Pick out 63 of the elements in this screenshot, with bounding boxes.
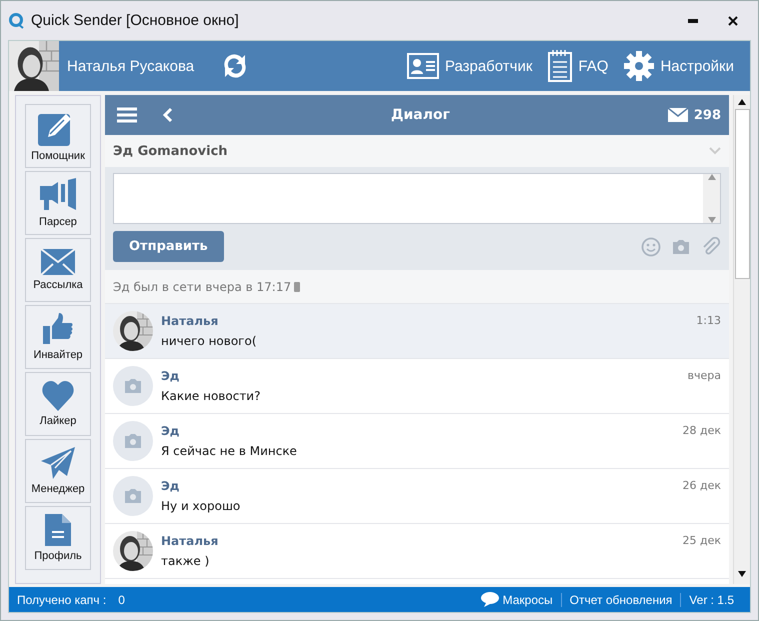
- camera-icon: [123, 378, 143, 394]
- message-time: 25 дек: [682, 534, 721, 548]
- sender-name: Эд: [161, 479, 180, 493]
- dialog-title: Диалог: [390, 107, 451, 123]
- paperclip-icon[interactable]: [701, 236, 721, 256]
- message-time: 26 дек: [682, 479, 721, 493]
- message-row[interactable]: Наталья 1:13 ничего нового(: [105, 304, 729, 359]
- captcha-count: 0: [118, 592, 125, 606]
- camera-icon: [123, 433, 143, 449]
- sender-name: Эд: [161, 369, 180, 383]
- message-text: Ну и хорошо: [161, 499, 242, 513]
- sidebar-button[interactable]: Менеджер: [25, 439, 91, 503]
- window-title: Quick Sender [Основное окно]: [31, 12, 240, 29]
- notepad-icon: [548, 50, 572, 82]
- header-link[interactable]: Настройки: [624, 51, 734, 81]
- thumbs-up-icon: [43, 313, 73, 345]
- heart-icon: [42, 381, 74, 411]
- update-report-link[interactable]: Отчет обновления: [560, 592, 680, 606]
- sidebar-button[interactable]: Инвайтер: [25, 305, 91, 369]
- contact-name: Эд Gomanovich: [113, 144, 228, 158]
- message-time: вчера: [688, 369, 721, 383]
- version-text: Ver : 1.5: [680, 592, 742, 606]
- send-button[interactable]: Отправить: [113, 231, 224, 262]
- megaphone-icon: [40, 178, 76, 212]
- header-link[interactable]: FAQ: [548, 50, 608, 82]
- id-card-icon: [406, 53, 439, 79]
- sidebar-button[interactable]: Профиль: [25, 506, 91, 570]
- message-time: 1:13: [696, 314, 721, 328]
- message-text: Какие новости?: [161, 389, 262, 403]
- scroll-up-icon[interactable]: [738, 99, 746, 105]
- message-text: также ): [161, 554, 210, 568]
- speech-bubble-icon: [480, 592, 499, 607]
- sender-name: Наталья: [161, 534, 218, 548]
- envelope-icon: [668, 108, 688, 122]
- minimize-icon[interactable]: [688, 18, 698, 22]
- document-icon: [45, 514, 71, 546]
- last-seen-text: Эд был в сети вчера в 17:17: [113, 280, 292, 294]
- menu-icon[interactable]: [117, 107, 137, 123]
- sender-name: Наталья: [161, 314, 218, 328]
- captcha-label: Получено капч :: [17, 592, 106, 606]
- scroll-down-icon[interactable]: [738, 571, 746, 577]
- message-count: 298: [694, 108, 721, 122]
- sidebar-button[interactable]: Парсер: [25, 171, 91, 235]
- sidebar-button[interactable]: Лайкер: [25, 372, 91, 436]
- phone-icon: [294, 282, 300, 292]
- app-logo-icon: [9, 12, 25, 28]
- sidebar-button[interactable]: Рассылка: [25, 238, 91, 302]
- message-text: Я сейчас не в Минске: [161, 444, 298, 458]
- message-text: ничего нового(: [161, 334, 258, 348]
- user-name: Наталья Русакова: [67, 58, 194, 74]
- back-icon[interactable]: [163, 107, 173, 123]
- macros-link[interactable]: Макросы: [502, 592, 553, 606]
- paper-plane-icon: [41, 447, 75, 479]
- envelope-icon: [41, 249, 75, 275]
- settings-icon: [624, 51, 654, 81]
- camera-icon: [123, 488, 143, 504]
- header-link[interactable]: Разработчик: [406, 53, 532, 79]
- camera-icon: [671, 238, 691, 254]
- scrollbar[interactable]: [733, 95, 750, 584]
- close-icon[interactable]: [728, 16, 738, 26]
- message-time: 28 дек: [682, 424, 721, 438]
- sidebar-button[interactable]: Помощник: [25, 104, 91, 168]
- sender-name: Эд: [161, 424, 180, 438]
